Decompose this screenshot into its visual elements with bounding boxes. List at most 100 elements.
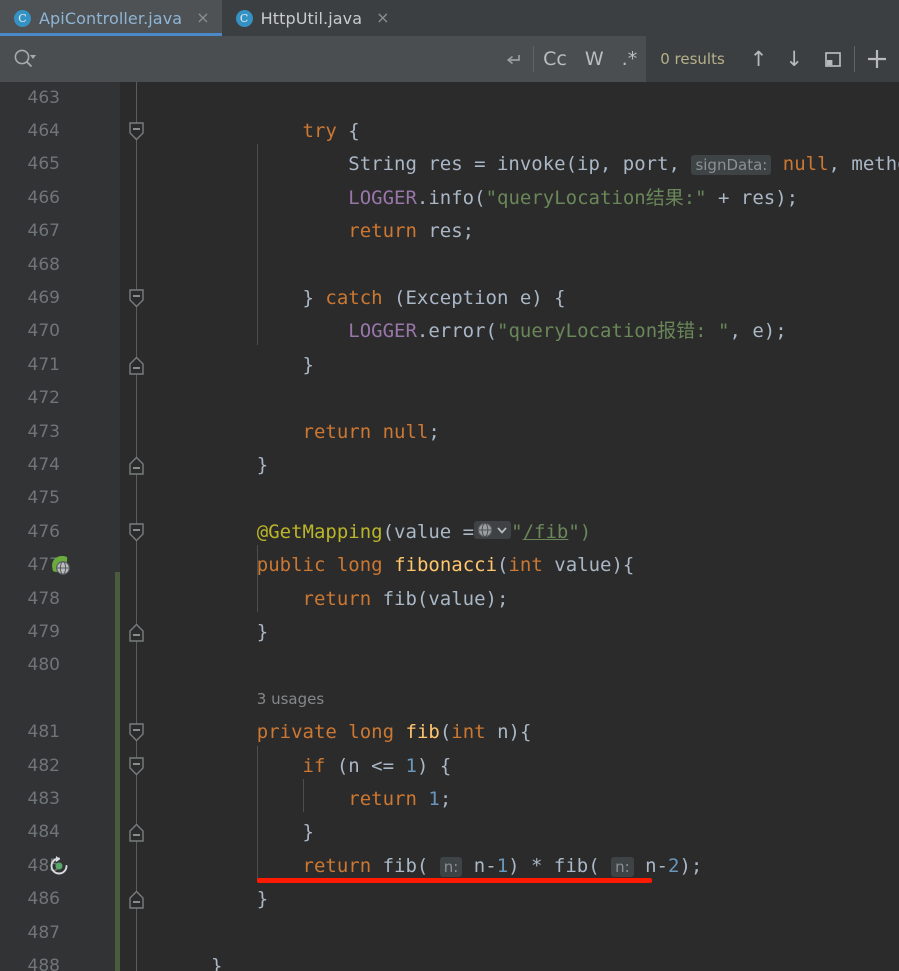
add-icon[interactable] — [855, 36, 899, 82]
open-in-find-window-icon[interactable] — [812, 36, 854, 82]
code-line[interactable]: return 1; — [211, 783, 451, 816]
code-token: res; — [416, 220, 475, 243]
code-line[interactable]: } — [211, 616, 268, 649]
code-line[interactable]: return null; — [211, 416, 440, 449]
find-toolbar: Cc W .* 0 results ↑ ↓ — [0, 36, 899, 82]
code-token: return — [348, 787, 417, 810]
code-editor[interactable]: 463 464 465 466 467 468 469 470 471 472 473 474 475 4… — [0, 82, 899, 971]
code-token: n- — [633, 854, 668, 877]
code-token: private — [256, 721, 337, 744]
new-line-icon[interactable] — [493, 36, 533, 82]
line-number: 478 — [27, 588, 60, 609]
code-token: value){ — [542, 554, 635, 577]
code-folding-gutter[interactable] — [120, 82, 154, 971]
code-token: return — [302, 854, 372, 877]
fold-expand-icon[interactable] — [128, 356, 145, 375]
code-line[interactable]: return fib(value); — [211, 583, 509, 616]
code-line[interactable]: } — [211, 950, 222, 971]
match-case-toggle[interactable]: Cc — [534, 36, 576, 82]
line-number: 465 — [27, 154, 60, 175]
line-number: 482 — [27, 755, 60, 776]
code-token: } — [211, 620, 269, 643]
code-line[interactable]: return res; — [211, 215, 474, 248]
code-token: 1 — [496, 854, 509, 877]
fold-expand-icon[interactable] — [128, 823, 145, 842]
tab-apicontroller-java[interactable]: C ApiController.java × — [0, 0, 222, 36]
code-token: ); — [679, 854, 703, 877]
code-line[interactable]: public long fibonacci(int value){ — [211, 549, 635, 582]
code-line[interactable]: private long fib(int n){ — [211, 716, 532, 749]
code-token: /fib — [522, 520, 569, 543]
spring-web-endpoint-icon[interactable] — [46, 552, 74, 580]
red-underline-annotation — [256, 877, 652, 883]
code-line[interactable]: } catch (Exception e) { — [211, 282, 566, 315]
code-line[interactable]: try { — [211, 115, 360, 148]
code-token: 1 — [428, 787, 440, 810]
regex-toggle[interactable]: .* — [613, 36, 647, 82]
spring-url-mapping-chip[interactable] — [474, 521, 512, 540]
code-line[interactable]: if (n <= 1) { — [211, 750, 452, 783]
line-number: 468 — [27, 254, 60, 275]
recursive-call-icon[interactable] — [46, 853, 74, 881]
fold-collapse-icon[interactable] — [128, 756, 145, 776]
find-next-icon[interactable]: ↓ — [776, 36, 812, 82]
line-number: 479 — [27, 621, 60, 642]
usages-inlay-hint[interactable]: 3 usages — [257, 683, 324, 716]
code-token: 1 — [405, 754, 417, 777]
code-line[interactable]: String res = invoke(ip, port, signData: … — [211, 148, 899, 181]
close-icon[interactable]: × — [374, 10, 391, 26]
fold-collapse-icon[interactable] — [128, 122, 145, 141]
code-token: .error( — [416, 320, 497, 343]
fold-expand-icon[interactable] — [128, 456, 145, 475]
tab-httputil-java[interactable]: C HttpUtil.java × — [222, 0, 402, 36]
code-token: String res = invoke(ip, port, — [211, 153, 692, 176]
code-line[interactable]: } — [211, 349, 314, 382]
code-line[interactable]: } — [211, 449, 268, 482]
code-line[interactable]: } — [211, 816, 314, 849]
code-token: long — [348, 721, 395, 744]
fold-expand-icon[interactable] — [128, 890, 145, 909]
fold-collapse-icon[interactable] — [128, 723, 145, 742]
code-line[interactable]: @GetMapping(value = "/fib") — [211, 516, 591, 549]
close-icon[interactable]: × — [194, 10, 211, 26]
line-number: 466 — [27, 187, 60, 208]
code-token: public — [256, 554, 326, 577]
fold-expand-icon[interactable] — [128, 623, 145, 642]
code-token: int — [508, 554, 543, 577]
code-token: fibonacci — [394, 554, 498, 577]
code-token: } — [211, 286, 326, 309]
code-token: } — [211, 888, 269, 911]
line-number: 480 — [27, 655, 60, 676]
tab-label: HttpUtil.java — [260, 8, 363, 28]
fold-collapse-icon[interactable] — [128, 522, 145, 542]
code-content-area[interactable]: 3 usages try { String res = invoke(ip, p… — [154, 82, 899, 971]
code-line[interactable]: LOGGER.info("queryLocation结果:" + res); — [211, 182, 798, 215]
code-line[interactable]: } — [211, 883, 268, 916]
line-number: 469 — [27, 287, 60, 308]
code-token: ) { — [416, 754, 452, 777]
line-number-gutter[interactable]: 463 464 465 466 467 468 469 470 471 472 473 474 475 4… — [0, 82, 120, 971]
line-number: 484 — [27, 822, 60, 843]
line-number: 474 — [27, 454, 60, 475]
fold-collapse-icon[interactable] — [128, 289, 145, 308]
code-token: ( — [497, 554, 509, 577]
words-toggle[interactable]: W — [576, 36, 613, 82]
line-number: 473 — [27, 421, 60, 442]
code-line[interactable]: LOGGER.error("queryLocation报错: ", e); — [211, 315, 786, 348]
line-number: 470 — [27, 321, 60, 342]
code-token: null — [382, 420, 429, 443]
search-icon[interactable] — [0, 47, 44, 71]
search-input[interactable] — [44, 36, 494, 82]
find-previous-icon[interactable]: ↑ — [741, 36, 777, 82]
